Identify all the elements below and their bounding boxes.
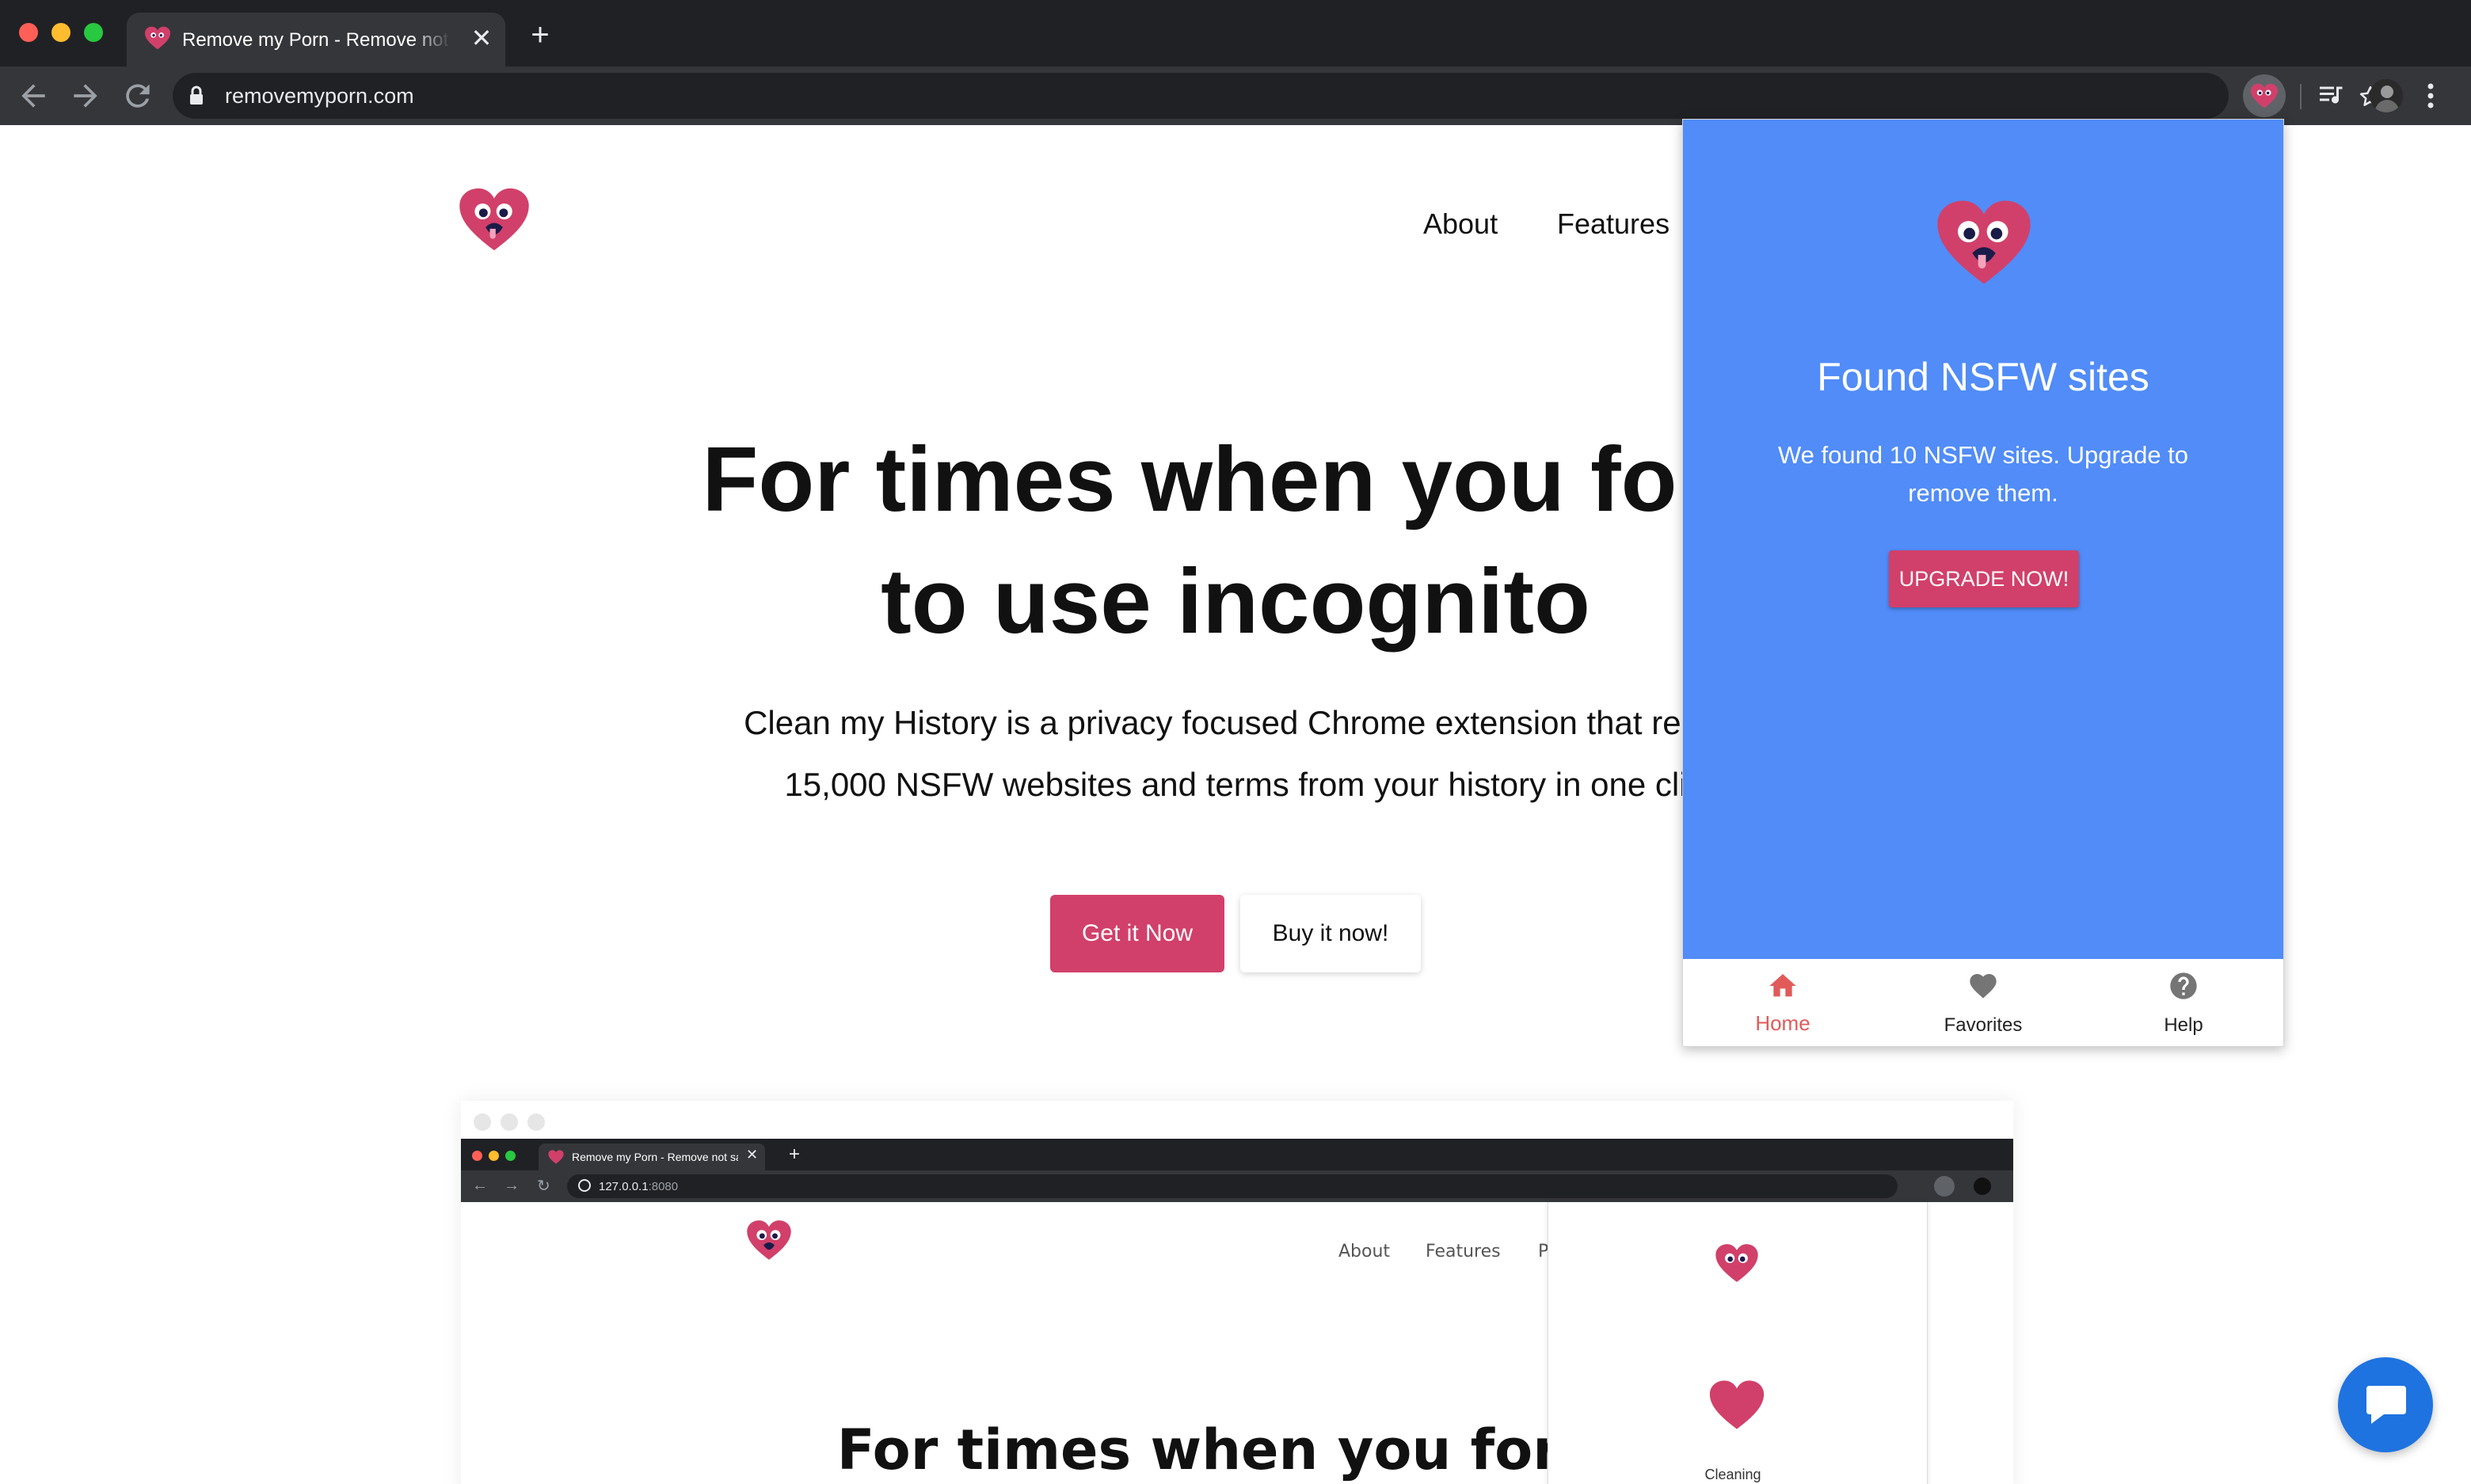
heart-favicon-icon: [548, 1150, 564, 1164]
heart-icon: [1709, 1380, 1765, 1429]
minimize-window-button[interactable]: [51, 23, 70, 42]
media-control-icon[interactable]: [2317, 81, 2346, 109]
frame-dot: [527, 1113, 545, 1131]
heart-favicon-icon: [145, 26, 170, 50]
subtitle-line-2: 15,000 NSFW websites and terms from your…: [784, 766, 1687, 803]
close-window-button[interactable]: [19, 23, 38, 42]
mini-forward-icon: →: [504, 1177, 520, 1194]
popup-body: Found NSFW sites We found 10 NSFW sites.…: [1683, 120, 2283, 959]
screenshot-address-bar: 127.0.0.1:8080: [567, 1174, 1898, 1198]
mini-extension-icon: [1934, 1176, 1955, 1197]
browser-tab[interactable]: Remove my Porn - Remove not safe for wor…: [127, 13, 505, 67]
screenshot-popup: Cleaning: [1548, 1202, 1928, 1484]
mini-back-icon: ←: [472, 1177, 488, 1194]
hero-subtitle: Clean my History is a privacy focused Ch…: [602, 692, 1869, 816]
hero-line-1: For times when you forg: [702, 428, 1769, 531]
frame-dot: [474, 1113, 491, 1131]
screenshot-site-logo: [747, 1220, 791, 1260]
mini-close-dot: [472, 1151, 482, 1161]
reload-icon[interactable]: [120, 78, 155, 113]
nav-label-favorites: Favorites: [1944, 1014, 2023, 1036]
popup-message: We found 10 NSFW sites. Upgrade to remov…: [1777, 441, 2189, 507]
screenshot-nav-features: Features: [1426, 1242, 1501, 1261]
screenshot-nav-about: About: [1338, 1242, 1391, 1261]
back-arrow-icon[interactable]: [16, 78, 51, 113]
home-icon: [1769, 974, 1796, 997]
nav-about[interactable]: About: [1423, 207, 1498, 241]
nav-label-help: Help: [2164, 1014, 2203, 1036]
avatar-image: [2370, 79, 2403, 112]
screenshot-popup-status: Cleaning: [1704, 1467, 1761, 1482]
screenshot-popup-logo: [1715, 1244, 1758, 1282]
tab-close-icon[interactable]: ✕: [467, 24, 496, 52]
nav-tab-favorites[interactable]: Favorites: [1883, 959, 2083, 1046]
browser-titlebar: Remove my Porn - Remove not safe for wor…: [0, 0, 2471, 67]
mini-avatar: [1974, 1178, 1991, 1195]
screenshot-url: 127.0.0.1:8080: [599, 1180, 678, 1193]
mini-reload-icon: ↻: [537, 1178, 550, 1195]
screenshot-titlebar: Remove my Porn - Remove not sa ✕ +: [461, 1139, 2013, 1170]
help-icon: [2170, 972, 2197, 999]
profile-avatar[interactable]: [2370, 79, 2403, 112]
site-logo[interactable]: [458, 187, 531, 252]
heart-extension-icon: [2250, 83, 2279, 108]
mini-info-icon: [578, 1179, 591, 1192]
url-text: removemyporn.com: [225, 84, 414, 108]
screenshot-new-tab-icon: +: [789, 1143, 801, 1165]
hero-heading: For times when you forg to use incognito: [602, 418, 1869, 662]
nav-tab-home[interactable]: Home: [1683, 959, 1883, 1046]
new-tab-button[interactable]: +: [524, 19, 556, 51]
popup-bottom-nav: Home Favorites Help: [1683, 959, 2283, 1046]
screenshot-tab-close-icon: ✕: [746, 1147, 759, 1162]
forward-arrow-icon[interactable]: [68, 78, 103, 113]
screenshot-hero: For times when you forge: [836, 1417, 1638, 1482]
subtitle-line-1: Clean my History is a privacy focused Ch…: [744, 704, 1727, 741]
browser-toolbar: removemyporn.com: [0, 67, 2471, 125]
nav-features[interactable]: Features: [1557, 207, 1670, 241]
toolbar-separator: [2300, 84, 2302, 109]
get-it-now-button[interactable]: Get it Now: [1050, 895, 1224, 972]
tab-title: Remove my Porn - Remove not safe for wor…: [182, 29, 451, 51]
heart-icon: [1970, 974, 1997, 999]
upgrade-now-button[interactable]: UPGRADE NOW!: [1889, 550, 2079, 607]
buy-it-now-button[interactable]: Buy it now!: [1240, 895, 1421, 972]
nav-label-home: Home: [1755, 1011, 1810, 1035]
frame-dot: [501, 1113, 518, 1131]
browser-menu-icon[interactable]: [2425, 79, 2436, 112]
mini-maximize-dot: [505, 1151, 516, 1161]
address-bar[interactable]: removemyporn.com: [173, 73, 2382, 119]
chat-bubble-icon: [2366, 1386, 2406, 1424]
hero-line-2: to use incognito: [881, 550, 1590, 653]
screenshot-url-host: 127.0.0.1: [599, 1180, 649, 1193]
screenshot-url-port: :8080: [648, 1180, 679, 1193]
popup-title: Found NSFW sites: [1817, 355, 2149, 399]
mini-minimize-dot: [489, 1151, 499, 1161]
popup-logo: [1937, 200, 2031, 284]
extension-button[interactable]: [2243, 74, 2286, 117]
chat-widget-button[interactable]: [2338, 1357, 2433, 1452]
screenshot-tab-title: Remove my Porn - Remove not sa: [572, 1151, 738, 1163]
screenshot-window-frame: [461, 1101, 2013, 1139]
lock-icon: [190, 86, 203, 105]
extension-popup: Found NSFW sites We found 10 NSFW sites.…: [1682, 119, 2284, 1047]
product-screenshot: Remove my Porn - Remove not sa ✕ + ← → ↻…: [461, 1101, 2013, 1484]
nav-tab-help[interactable]: Help: [2084, 959, 2283, 1046]
maximize-window-button[interactable]: [84, 23, 103, 42]
screenshot-tab: Remove my Porn - Remove not sa ✕: [539, 1143, 765, 1170]
screenshot-toolbar: ← → ↻ 127.0.0.1:8080: [461, 1170, 2013, 1202]
